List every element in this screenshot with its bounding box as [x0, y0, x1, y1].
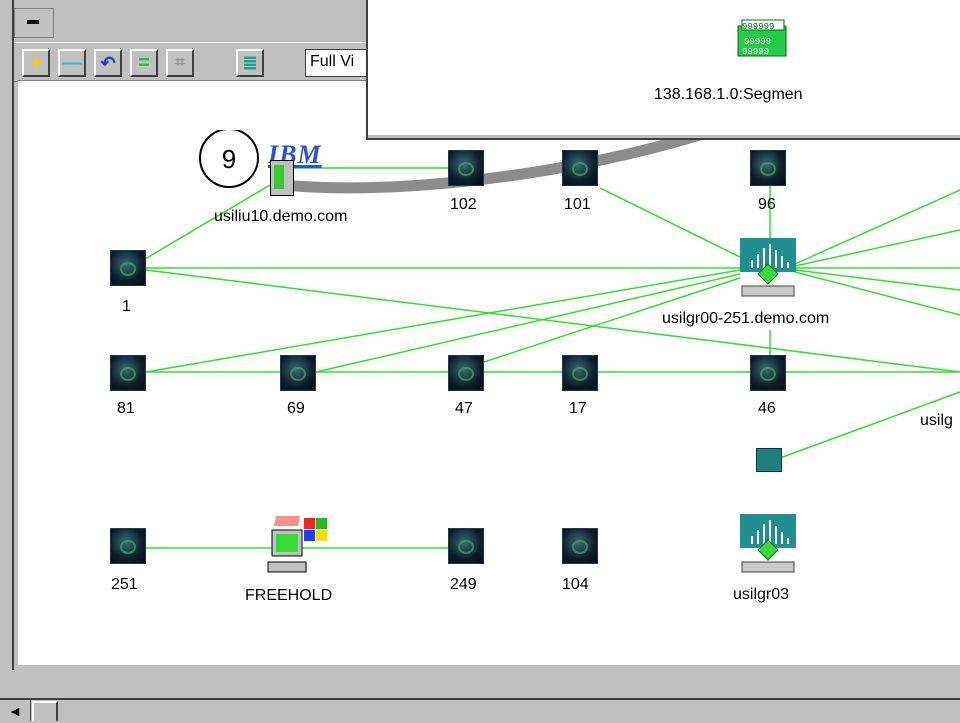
node-label-usilg: usilg [920, 412, 953, 429]
node-label-104: 104 [562, 576, 589, 593]
node-81-icon[interactable] [110, 355, 146, 391]
node-label-69: 69 [287, 400, 305, 417]
node-17-icon[interactable] [562, 355, 598, 391]
node-label-router3: usilgr03 [733, 586, 790, 603]
windows-pc-icon[interactable] [266, 514, 330, 580]
segment-icon[interactable]: 999999 99999 99999 [736, 14, 796, 64]
server-icon[interactable] [270, 160, 294, 196]
segment-label: 138.168.1.0:Segmen [654, 86, 803, 103]
node-label-1: 1 [122, 298, 131, 315]
scroll-left-button[interactable]: ◄ [0, 700, 31, 721]
node-102-icon[interactable] [448, 150, 484, 186]
link-line [599, 187, 751, 263]
node-249-icon[interactable] [448, 528, 484, 564]
node-label-47: 47 [455, 400, 473, 417]
router-icon[interactable] [738, 238, 796, 298]
node-label-46: 46 [758, 400, 776, 417]
link-line [794, 229, 960, 267]
callout-badge: 9 [199, 130, 259, 188]
svg-text:99999: 99999 [742, 47, 769, 57]
svg-text:99999: 99999 [744, 37, 771, 47]
router-icon[interactable] [738, 514, 796, 574]
callout-number: 9 [222, 144, 236, 174]
node-label-102: 102 [450, 196, 477, 213]
node-96-icon[interactable] [750, 150, 786, 186]
svg-text:999999: 999999 [742, 22, 774, 32]
link-line [794, 189, 960, 265]
node-label-96: 96 [758, 196, 776, 213]
node-label-router1: usilgr00-251.demo.com [662, 310, 830, 327]
node-101-icon[interactable] [562, 150, 598, 186]
node-label-freehold: FREEHOLD [245, 587, 333, 604]
node-label-101: 101 [564, 196, 591, 213]
node-251-icon[interactable] [110, 528, 146, 564]
node-label-81: 81 [117, 400, 135, 417]
node-69-icon[interactable] [280, 355, 316, 391]
small-device-icon[interactable] [756, 448, 782, 472]
node-label-251: 251 [111, 576, 138, 593]
node-47-icon[interactable] [448, 355, 484, 391]
node-label-249: 249 [450, 576, 477, 593]
link-line [145, 269, 960, 373]
horizontal-scrollbar[interactable] [0, 698, 960, 723]
node-label-17: 17 [569, 400, 587, 417]
node-1-icon[interactable] [110, 250, 146, 286]
scroll-thumb[interactable] [32, 701, 58, 721]
link-line [794, 269, 960, 291]
node-46-icon[interactable] [750, 355, 786, 391]
node-104-icon[interactable] [562, 528, 598, 564]
arrow-left-icon: ◄ [8, 702, 22, 719]
node-label-usiliu10: usiliu10.demo.com [214, 208, 348, 225]
link-line [145, 269, 741, 373]
segment-popup-window: 999999 99999 99999 138.168.1.0:Segmen [366, 0, 960, 140]
link-line [794, 271, 960, 316]
